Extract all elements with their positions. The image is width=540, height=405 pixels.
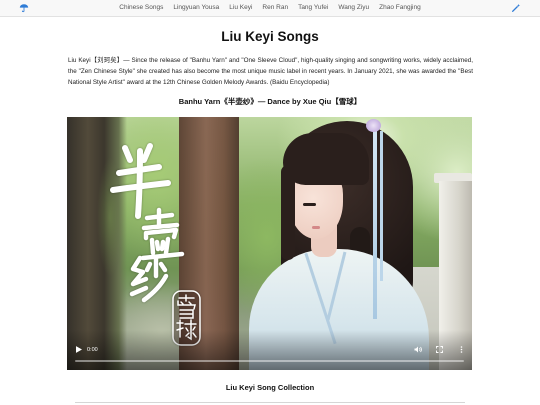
fullscreen-button[interactable] [436,346,443,353]
nav-link-liu-keyi[interactable]: Liu Keyi [229,4,252,12]
volume-icon [414,346,422,353]
nav-link-zhao-fangjing[interactable]: Zhao Fangjing [379,4,421,12]
nav-link-tang-yufei[interactable]: Tang Yufei [298,4,328,12]
current-time: 0:00 [87,347,98,353]
divider [75,402,465,403]
controls-shade [67,330,472,370]
top-nav: Chinese Songs Lingyuan Yousa Liu Keyi Re… [0,0,540,17]
fullscreen-icon [436,346,443,353]
video-heading: Banhu Yarn《半壶纱》— Dance by Xue Qiu【雪球】 [178,97,362,106]
video-player[interactable]: 0:00 [67,117,472,370]
nav-link-wang-ziyu[interactable]: Wang Ziyu [338,4,369,12]
nav-links: Chinese Songs Lingyuan Yousa Liu Keyi Re… [0,0,540,16]
play-button[interactable] [76,346,82,353]
nav-link-lingyuan-yousa[interactable]: Lingyuan Yousa [173,4,219,12]
intro-paragraph: Liu Keyi【刘珂矣】— Since the release of "Ban… [68,57,473,86]
nav-link-chinese-songs[interactable]: Chinese Songs [119,4,163,12]
nav-link-ren-ran[interactable]: Ren Ran [262,4,288,12]
magic-wand-icon-graphic [511,3,521,12]
magic-wand-icon[interactable] [511,3,521,13]
calligraphy-char-2 [140,207,185,261]
more-options-button[interactable] [460,346,463,353]
video-timeline[interactable] [75,360,464,362]
more-options-icon [460,346,463,353]
page-title: Liu Keyi Songs [221,29,319,44]
calligraphy-char-1 [110,143,171,219]
volume-button[interactable] [414,346,422,353]
calligraphy-char-3 [129,255,169,303]
collection-heading: Liu Keyi Song Collection [225,383,315,392]
play-icon [76,346,82,353]
